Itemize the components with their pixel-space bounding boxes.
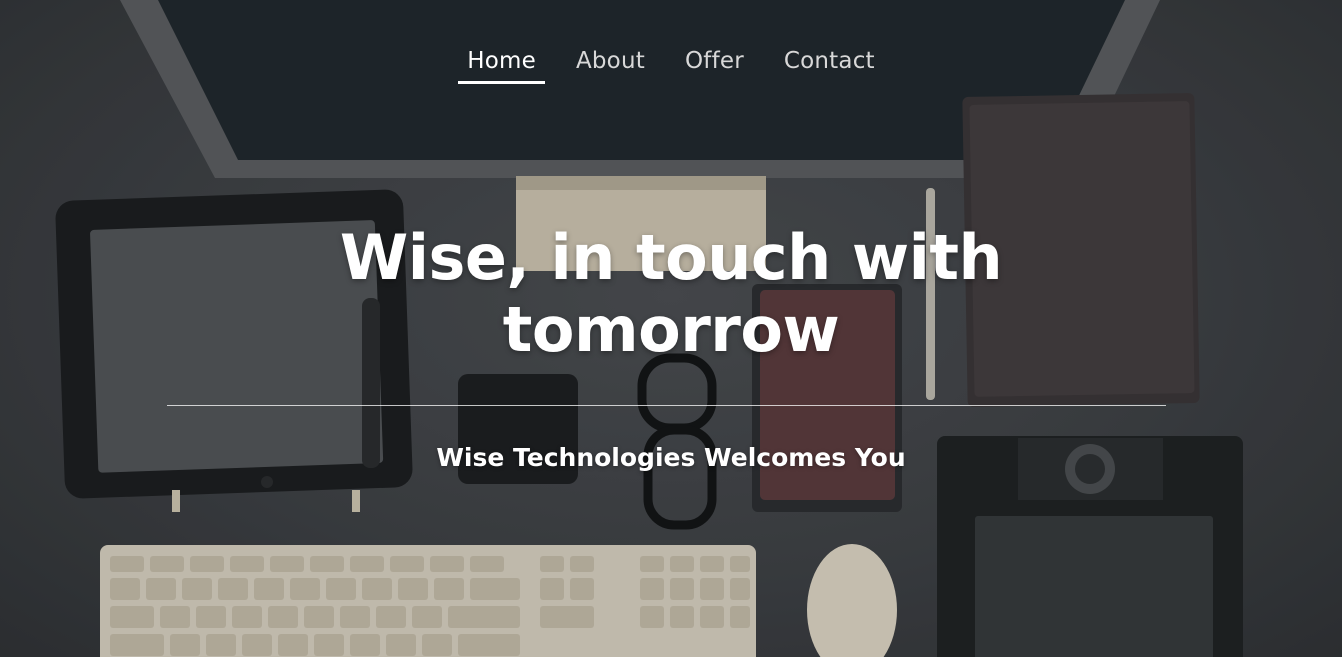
nav-link-offer[interactable]: Offer (665, 44, 764, 84)
nav-link-contact[interactable]: Contact (764, 44, 895, 84)
nav-link-about[interactable]: About (556, 44, 665, 84)
hero-headline-line1: Wise, in touch with (339, 221, 1003, 294)
hero-subtitle: Wise Technologies Welcomes You (436, 443, 906, 472)
main-nav: Home About Offer Contact (0, 44, 1342, 84)
hero-headline-line2: tomorrow (502, 293, 840, 366)
hero-section: Home About Offer Contact Wise, in touch … (0, 0, 1342, 657)
hero-divider (167, 405, 1166, 406)
hero-headline: Wise, in touch with tomorrow (0, 222, 1342, 366)
nav-link-home[interactable]: Home (447, 44, 556, 84)
